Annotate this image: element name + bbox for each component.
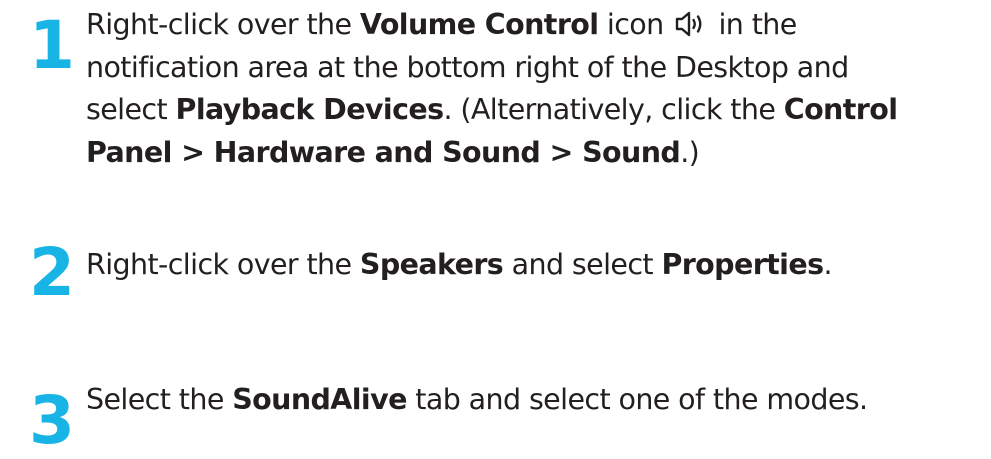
instruction-text: select: [86, 93, 176, 126]
instruction-text: tab and select one of the modes.: [406, 383, 868, 416]
instruction-line: Right-click over the Speakers and select…: [86, 244, 986, 287]
instruction-text: Right-click over the: [86, 248, 360, 281]
control-panel-path-label: Control: [783, 93, 898, 126]
instruction-text: and select: [503, 248, 662, 281]
instruction-text: icon: [598, 8, 673, 41]
step-instruction: Right-click over the Volume Control icon…: [86, 4, 986, 174]
instruction-text: .): [680, 135, 700, 169]
playback-devices-label: Playback Devices: [175, 93, 445, 126]
instruction-line: notification area at the bottom right of…: [86, 50, 849, 84]
instruction-line: Select the SoundAlive tab and select one…: [86, 379, 986, 422]
speakers-label: Speakers: [359, 248, 504, 281]
step-instruction: Select the SoundAlive tab and select one…: [86, 379, 986, 422]
instruction-text: .: [823, 248, 832, 281]
instruction-text: . (Alternatively, click the: [443, 93, 784, 126]
instruction-line: Panel > Hardware and Sound > Sound.): [86, 132, 986, 175]
step-number: 2: [29, 234, 75, 311]
instruction-line: select Playback Devices. (Alternatively,…: [86, 89, 986, 132]
control-panel-path-label: Panel > Hardware and Sound > Sound: [86, 135, 681, 169]
step-instruction: Right-click over the Speakers and select…: [86, 244, 986, 287]
instruction-line: Right-click over the Volume Control icon…: [86, 4, 986, 47]
properties-label: Properties: [661, 248, 824, 281]
instruction-text: Right-click over the: [86, 8, 360, 41]
instruction-text: Select the: [86, 383, 233, 416]
volume-control-label: Volume Control: [359, 8, 599, 41]
step-number: 3: [29, 382, 75, 459]
speaker-volume-icon: [675, 11, 702, 37]
instruction-text: in the: [710, 8, 797, 41]
step-number: 1: [29, 7, 75, 84]
soundalive-label: SoundAlive: [232, 383, 407, 416]
